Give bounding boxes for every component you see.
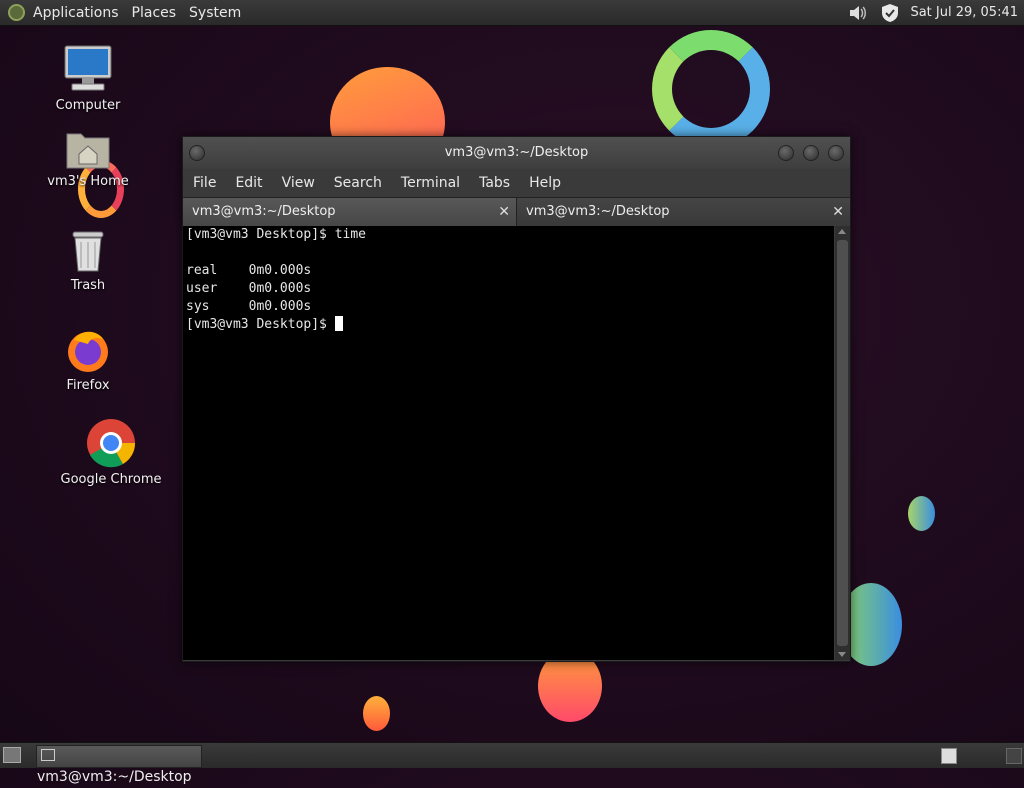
computer-icon (64, 45, 112, 91)
menu-view[interactable]: View (282, 175, 315, 191)
menu-edit[interactable]: Edit (235, 175, 262, 191)
show-desktop-icon[interactable] (3, 747, 21, 763)
maximize-button[interactable] (803, 145, 819, 161)
firefox-icon (68, 331, 108, 372)
trash-icon (72, 231, 104, 272)
distributor-logo-icon[interactable] (8, 4, 25, 21)
taskbar-terminal-button[interactable]: vm3@vm3:~/Desktop (36, 745, 202, 785)
terminal-window: vm3@vm3:~/Desktop File Edit View Search … (182, 136, 851, 662)
system-menu[interactable]: System (189, 5, 241, 21)
terminal-cursor (334, 316, 343, 331)
close-tab-icon[interactable]: ✕ (832, 198, 844, 226)
home-folder-icon (66, 133, 110, 169)
terminal-line: [vm3@vm3 Desktop]$ time (186, 227, 367, 242)
close-tab-icon[interactable]: ✕ (498, 198, 510, 226)
terminal-line: user 0m0.000s (186, 281, 312, 296)
top-panel: Applications Places System Sat Jul 29, 0… (0, 0, 1024, 26)
terminal-prompt: [vm3@vm3 Desktop]$ (186, 317, 335, 332)
terminal-scrollbar[interactable] (835, 226, 850, 660)
terminal-output[interactable]: [vm3@vm3 Desktop]$ time real 0m0.000s us… (183, 226, 834, 660)
tab-label: vm3@vm3:~/Desktop (192, 204, 336, 219)
scroll-up-arrow-icon[interactable] (838, 229, 846, 234)
tab-label: vm3@vm3:~/Desktop (526, 204, 670, 219)
clock[interactable]: Sat Jul 29, 05:41 (910, 5, 1018, 20)
desktop-icon-label: vm3's Home (47, 174, 129, 189)
window-title: vm3@vm3:~/Desktop (444, 145, 589, 160)
desktop-icon-label: Firefox (66, 378, 110, 393)
desktop-icon-firefox[interactable]: Firefox (33, 326, 143, 393)
terminal-line: sys 0m0.000s (186, 299, 312, 314)
chrome-icon (87, 419, 136, 468)
minimize-button[interactable] (778, 145, 794, 161)
taskbar-label: vm3@vm3:~/Desktop (37, 769, 192, 785)
desktop-icon-trash[interactable]: Trash (33, 226, 143, 293)
menu-help[interactable]: Help (529, 175, 561, 191)
volume-icon[interactable] (848, 4, 868, 22)
shield-icon[interactable] (880, 3, 900, 23)
panel-menu: Applications Places System (33, 5, 254, 21)
scroll-down-arrow-icon[interactable] (838, 652, 846, 657)
workspace-switcher-1[interactable] (941, 748, 957, 764)
menu-terminal[interactable]: Terminal (401, 175, 460, 191)
terminal-icon (41, 749, 55, 761)
workspace-switcher-2[interactable] (1006, 748, 1022, 764)
window-titlebar[interactable]: vm3@vm3:~/Desktop (183, 137, 850, 169)
terminal-tabs: vm3@vm3:~/Desktop ✕ vm3@vm3:~/Desktop ✕ (183, 197, 850, 226)
terminal-menubar: File Edit View Search Terminal Tabs Help (183, 169, 850, 197)
tab-1[interactable]: vm3@vm3:~/Desktop ✕ (183, 198, 516, 226)
menu-search[interactable]: Search (334, 175, 382, 191)
desktop-icon-chrome[interactable]: Google Chrome (56, 418, 166, 487)
bottom-panel: vm3@vm3:~/Desktop (0, 742, 1024, 785)
wallpaper-green-ring (652, 30, 770, 148)
terminal-line: real 0m0.000s (186, 263, 312, 278)
desktop-icon-computer[interactable]: Computer (33, 44, 143, 113)
applications-menu[interactable]: Applications (33, 5, 119, 21)
desktop-icon-label: Google Chrome (60, 472, 162, 487)
window-menu-button[interactable] (189, 145, 205, 161)
close-button[interactable] (828, 145, 844, 161)
scroll-thumb[interactable] (837, 240, 848, 646)
wallpaper-small-blob (908, 496, 935, 531)
tab-2[interactable]: vm3@vm3:~/Desktop ✕ (516, 198, 850, 226)
wallpaper-tiny-blob (363, 696, 390, 731)
menu-tabs[interactable]: Tabs (479, 175, 510, 191)
menu-file[interactable]: File (193, 175, 216, 191)
desktop-icon-label: Trash (70, 278, 106, 293)
system-tray: Sat Jul 29, 05:41 (848, 0, 1024, 25)
desktop-icon-label: Computer (55, 98, 121, 113)
desktop-icon-home[interactable]: vm3's Home (33, 128, 143, 189)
places-menu[interactable]: Places (132, 5, 177, 21)
